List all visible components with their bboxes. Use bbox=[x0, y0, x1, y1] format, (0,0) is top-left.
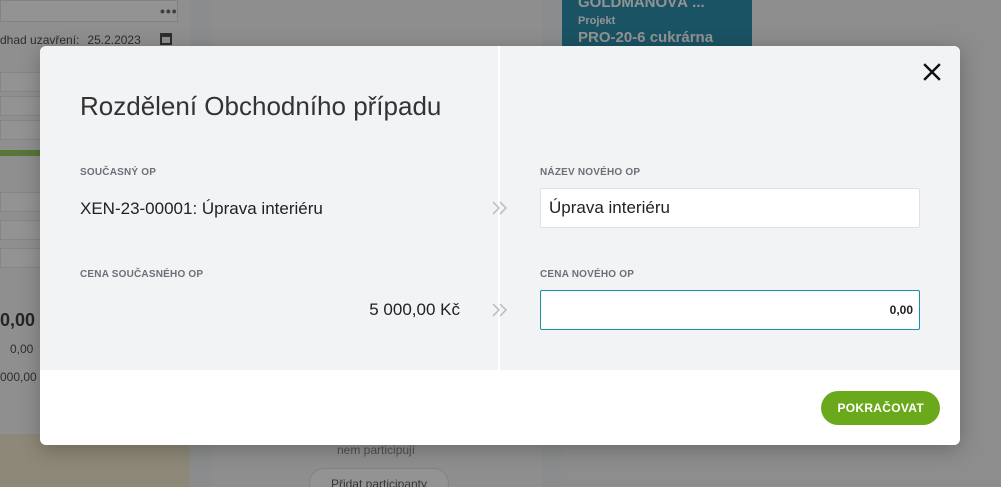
current-op-label: Současný OP bbox=[80, 167, 157, 178]
close-icon bbox=[923, 63, 941, 81]
close-button[interactable] bbox=[922, 62, 942, 82]
double-chevron-right-icon bbox=[492, 303, 508, 317]
current-op-value: XEN-23-00001: Úprava interiéru bbox=[80, 199, 323, 218]
current-price-label: Cena současného OP bbox=[80, 269, 204, 280]
current-price-value: 5 000,00 Kč bbox=[369, 300, 460, 319]
new-price-label: Cena nového OP bbox=[540, 269, 635, 280]
split-deal-modal: Rozdělení Obchodního případu Současný OP… bbox=[40, 46, 960, 445]
double-chevron-right-icon bbox=[492, 201, 508, 215]
new-name-label: Název nového OP bbox=[540, 167, 641, 178]
modal-title: Rozdělení Obchodního případu bbox=[80, 91, 442, 121]
continue-button[interactable]: POKRAČOVAT bbox=[821, 391, 940, 425]
modal-body: Rozdělení Obchodního případu Současný OP… bbox=[40, 46, 960, 370]
new-name-input[interactable] bbox=[540, 188, 920, 228]
new-price-input[interactable] bbox=[540, 290, 920, 330]
